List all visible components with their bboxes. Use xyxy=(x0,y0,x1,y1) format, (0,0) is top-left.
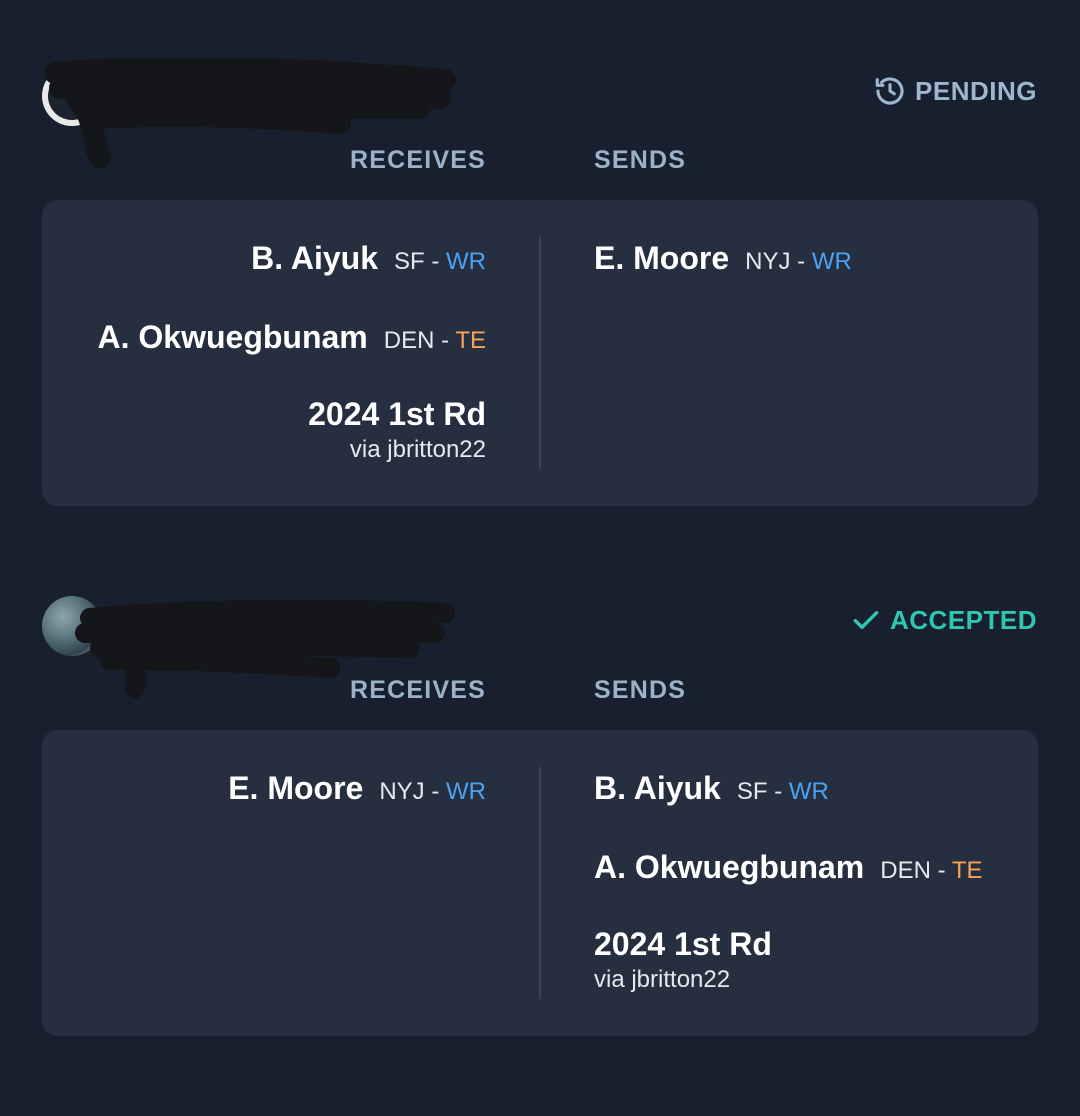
player-team-pos: SF - WR xyxy=(394,248,486,275)
player-name[interactable]: A. Okwuegbunam xyxy=(594,849,864,885)
separator: - xyxy=(441,327,450,354)
player-row[interactable]: B. Aiyuk SF - WR xyxy=(594,770,983,849)
player-position: TE xyxy=(455,327,486,354)
player-name[interactable]: B. Aiyuk xyxy=(594,770,721,806)
separator: - xyxy=(431,248,440,275)
player-name[interactable]: A. Okwuegbunam xyxy=(98,319,368,355)
sends-column: B. Aiyuk SF - WR A. Okwuegbunam DEN - TE 2… xyxy=(594,770,983,992)
player-team: NYJ xyxy=(745,248,791,275)
player-row[interactable]: E. Moore NYJ - WR xyxy=(594,240,852,319)
player-position: WR xyxy=(446,248,486,275)
pick-name: 2024 1st Rd xyxy=(594,926,772,962)
receives-column: E. Moore NYJ - WR xyxy=(228,770,486,849)
player-name[interactable]: E. Moore xyxy=(594,240,729,276)
player-row[interactable]: A. Okwuegbunam DEN - TE xyxy=(98,319,487,398)
player-team-pos: NYJ - WR xyxy=(745,248,852,275)
player-team: DEN xyxy=(383,327,435,354)
player-team-pos: DEN - TE xyxy=(384,327,486,354)
checkmark-icon xyxy=(853,610,879,630)
player-position: WR xyxy=(788,778,829,805)
sends-header: SENDS xyxy=(594,146,687,174)
trade-card: B. Aiyuk SF - WR A. Okwuegbunam DEN - TE 2… xyxy=(42,200,1038,506)
separator: - xyxy=(797,248,806,275)
pick-name: 2024 1st Rd xyxy=(308,396,486,432)
column-divider xyxy=(539,767,541,999)
receives-header: RECEIVES xyxy=(349,676,486,704)
status-accepted: ACCEPTED xyxy=(850,604,1037,636)
draft-pick: 2024 1st Rd via jbritton22 xyxy=(98,396,486,463)
player-team: DEN xyxy=(880,857,931,884)
separator: - xyxy=(774,778,783,805)
trades-page: PENDING RECEIVES SENDS B. Aiyuk SF - WR A… xyxy=(0,0,1080,1116)
pick-via: via jbritton22 xyxy=(349,436,486,463)
player-team: NYJ xyxy=(379,778,425,805)
player-row[interactable]: B. Aiyuk SF - WR xyxy=(98,240,486,319)
column-divider xyxy=(539,237,541,469)
player-team-pos: NYJ - WR xyxy=(379,778,486,805)
player-position: WR xyxy=(811,248,852,275)
player-row[interactable]: E. Moore NYJ - WR xyxy=(228,770,486,849)
sends-column: E. Moore NYJ - WR xyxy=(594,240,852,319)
player-name[interactable]: E. Moore xyxy=(228,770,363,806)
status-label: PENDING xyxy=(915,75,1037,106)
player-team-pos: DEN - TE xyxy=(880,857,982,884)
separator: - xyxy=(937,857,946,884)
player-position: WR xyxy=(446,778,486,805)
history-clock-icon xyxy=(875,77,904,105)
receives-column: B. Aiyuk SF - WR A. Okwuegbunam DEN - TE 2… xyxy=(98,240,487,462)
receives-header: RECEIVES xyxy=(349,146,486,174)
player-row[interactable]: A. Okwuegbunam DEN - TE xyxy=(594,849,983,928)
player-team: SF xyxy=(394,248,425,275)
player-name[interactable]: B. Aiyuk xyxy=(251,240,378,276)
status-label: ACCEPTED xyxy=(889,604,1037,635)
player-position: TE xyxy=(951,857,983,884)
separator: - xyxy=(431,778,440,805)
status-pending: PENDING xyxy=(873,74,1037,108)
sends-header: SENDS xyxy=(594,676,687,704)
pick-via: via jbritton22 xyxy=(594,966,731,993)
trade-card: E. Moore NYJ - WR B. Aiyuk SF - WR A. Okwu… xyxy=(42,730,1038,1036)
player-team: SF xyxy=(736,778,768,805)
player-team-pos: SF - WR xyxy=(737,778,829,805)
draft-pick: 2024 1st Rd via jbritton22 xyxy=(594,928,983,992)
